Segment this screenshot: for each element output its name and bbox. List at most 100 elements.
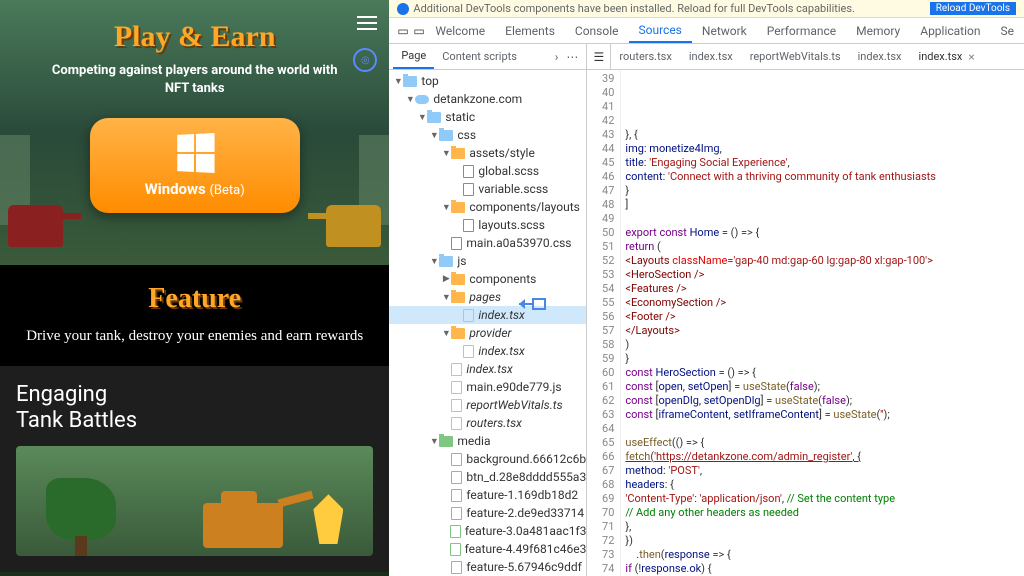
code-line[interactable]: method: 'POST', [625, 464, 1020, 478]
devtools-tab-network[interactable]: Network [692, 18, 757, 43]
editor-tab[interactable]: routers.tsx [611, 44, 680, 69]
menu-icon[interactable] [357, 12, 377, 34]
code-line[interactable]: const [iframeContent, setIframeContent] … [625, 408, 1020, 422]
engaging-art [16, 446, 373, 556]
code-line[interactable]: ] [625, 198, 1020, 212]
code-line[interactable]: }, [625, 520, 1020, 534]
tree-file[interactable]: btn_d.28e8dddd555a3 [389, 468, 586, 486]
tree-file[interactable]: layouts.scss [389, 216, 586, 234]
code-line[interactable]: const [openDlg, setOpenDlg] = useState(f… [625, 394, 1020, 408]
code-line[interactable]: ) [625, 338, 1020, 352]
device-icon[interactable]: ▭ [409, 18, 425, 43]
code-line[interactable] [625, 212, 1020, 226]
code-line[interactable]: }, { [625, 128, 1020, 142]
code-line[interactable]: }) [625, 534, 1020, 548]
chevron-right-icon[interactable]: › [555, 50, 559, 64]
code-line[interactable]: export const Home = () => { [625, 226, 1020, 240]
tree-file[interactable]: reportWebVitals.ts [389, 396, 586, 414]
devtools-tab-memory[interactable]: Memory [846, 18, 910, 43]
code-line[interactable]: </Layouts> [625, 324, 1020, 338]
devtools-tab-welcome[interactable]: Welcome [425, 18, 495, 43]
devtools-tab-performance[interactable]: Performance [757, 18, 846, 43]
tree-folder-static[interactable]: ▼static [389, 108, 586, 126]
code-line[interactable]: 'Content-Type': 'application/json', // S… [625, 492, 1020, 506]
code-line[interactable] [625, 422, 1020, 436]
code-line[interactable]: useEffect(() => { [625, 436, 1020, 450]
tree-file[interactable]: global.scss [389, 162, 586, 180]
engaging-section: EngagingTank Battles [0, 366, 389, 573]
devtools-tab-elements[interactable]: Elements [495, 18, 565, 43]
devtools-tab-se[interactable]: Se [991, 18, 1024, 43]
code-line[interactable]: const HeroSection = () => { [625, 366, 1020, 380]
code-line[interactable]: <Features /> [625, 282, 1020, 296]
tree-folder-components[interactable]: ▶components [389, 270, 586, 288]
code-area[interactable]: 3940414243444546474849505152535455565758… [587, 70, 1024, 576]
code-line[interactable]: title: 'Engaging Social Experience', [625, 156, 1020, 170]
devtools-tab-application[interactable]: Application [910, 18, 990, 43]
tree-folder-css[interactable]: ▼css [389, 126, 586, 144]
code-line[interactable]: } [625, 352, 1020, 366]
hero-title: Play & Earn [0, 20, 389, 54]
tree-file[interactable]: feature-4.49f681c46e3 [389, 540, 586, 558]
nav-icon[interactable]: ☰ [587, 44, 611, 69]
tree-folder-media[interactable]: ▼media [389, 432, 586, 450]
tree-domain[interactable]: ▼detankzone.com [389, 90, 586, 108]
info-icon [397, 3, 409, 15]
close-icon[interactable]: × [968, 50, 974, 64]
inspect-icon[interactable]: ▭ [393, 18, 409, 43]
devtools-tab-console[interactable]: Console [565, 18, 629, 43]
tree-file[interactable]: feature-5.67946c9ddf [389, 558, 586, 576]
editor-tab[interactable]: index.tsx× [911, 44, 984, 69]
tree-file[interactable]: feature-3.0a481aac1f3 [389, 522, 586, 540]
content-scripts-tab[interactable]: Content scripts [434, 44, 525, 69]
tree-file[interactable]: index.tsx [389, 342, 586, 360]
code-line[interactable]: img: monetize4Img, [625, 142, 1020, 156]
tree-file-index-selected[interactable]: index.tsx [389, 306, 586, 324]
code-line[interactable]: const [open, setOpen] = useState(false); [625, 380, 1020, 394]
tree-file[interactable]: feature-1.169db18d2 [389, 486, 586, 504]
file-tree[interactable]: ▼top ▼detankzone.com ▼static ▼css ▼asset… [389, 70, 586, 576]
code-line[interactable]: <HeroSection /> [625, 268, 1020, 282]
code-line[interactable]: } [625, 184, 1020, 198]
devtools-main-tabs: ▭ ▭ WelcomeElementsConsoleSourcesNetwork… [389, 18, 1024, 44]
tree-folder-components-layouts[interactable]: ▼components/layouts [389, 198, 586, 216]
tree-file[interactable]: main.a0a53970.css [389, 234, 586, 252]
feature-section: Feature Drive your tank, destroy your en… [0, 265, 389, 366]
tree-folder-provider[interactable]: ▼provider [389, 324, 586, 342]
tree-file[interactable]: routers.tsx [389, 414, 586, 432]
code-line[interactable]: <Footer /> [625, 310, 1020, 324]
windows-download-button[interactable]: Windows (Beta) [90, 118, 300, 213]
tree-file[interactable]: index.tsx [389, 360, 586, 378]
line-gutter: 3940414243444546474849505152535455565758… [587, 70, 621, 576]
editor-tab[interactable]: reportWebVitals.ts [742, 44, 850, 69]
editor-tabs: ☰ routers.tsxindex.tsxreportWebVitals.ts… [587, 44, 1024, 70]
hero-section: ◎ Play & Earn Competing against players … [0, 0, 389, 265]
tree-folder-pages[interactable]: ▼pages [389, 288, 586, 306]
tree-file[interactable]: feature-2.de9ed33714 [389, 504, 586, 522]
hero-subtitle: Competing against players around the wor… [0, 62, 389, 98]
tree-folder-assets-style[interactable]: ▼assets/style [389, 144, 586, 162]
code-line[interactable]: content: 'Connect with a thriving commun… [625, 170, 1020, 184]
code-line[interactable]: headers: { [625, 478, 1020, 492]
code-line[interactable]: if (!response.ok) { [625, 562, 1020, 576]
tree-file[interactable]: background.66612c6b [389, 450, 586, 468]
devtools-tab-sources[interactable]: Sources [629, 18, 692, 43]
editor-tab[interactable]: index.tsx [681, 44, 742, 69]
reload-devtools-button[interactable]: Reload DevTools [930, 2, 1016, 15]
code-line[interactable]: fetch('https://detankzone.com/admin_regi… [625, 450, 1020, 464]
tree-file[interactable]: variable.scss [389, 180, 586, 198]
arrow-annotation [990, 396, 1020, 412]
code-line[interactable]: .then(response => { [625, 548, 1020, 562]
code-line[interactable]: <Layouts className='gap-40 md:gap-60 lg:… [625, 254, 1020, 268]
more-icon[interactable]: ⋯ [566, 50, 578, 64]
code-line[interactable]: <EconomySection /> [625, 296, 1020, 310]
tree-top[interactable]: ▼top [389, 72, 586, 90]
tree-folder-js[interactable]: ▼js [389, 252, 586, 270]
code-line[interactable]: // Add any other headers as needed [625, 506, 1020, 520]
editor-tab[interactable]: index.tsx [850, 44, 911, 69]
page-tab[interactable]: Page [393, 44, 434, 69]
code-content[interactable]: }, { img: monetize4Img, title: 'Engaging… [621, 70, 1024, 576]
code-line[interactable]: return ( [625, 240, 1020, 254]
devtools-info-banner: Additional DevTools components have been… [389, 0, 1024, 18]
tree-file[interactable]: main.e90de779.js [389, 378, 586, 396]
